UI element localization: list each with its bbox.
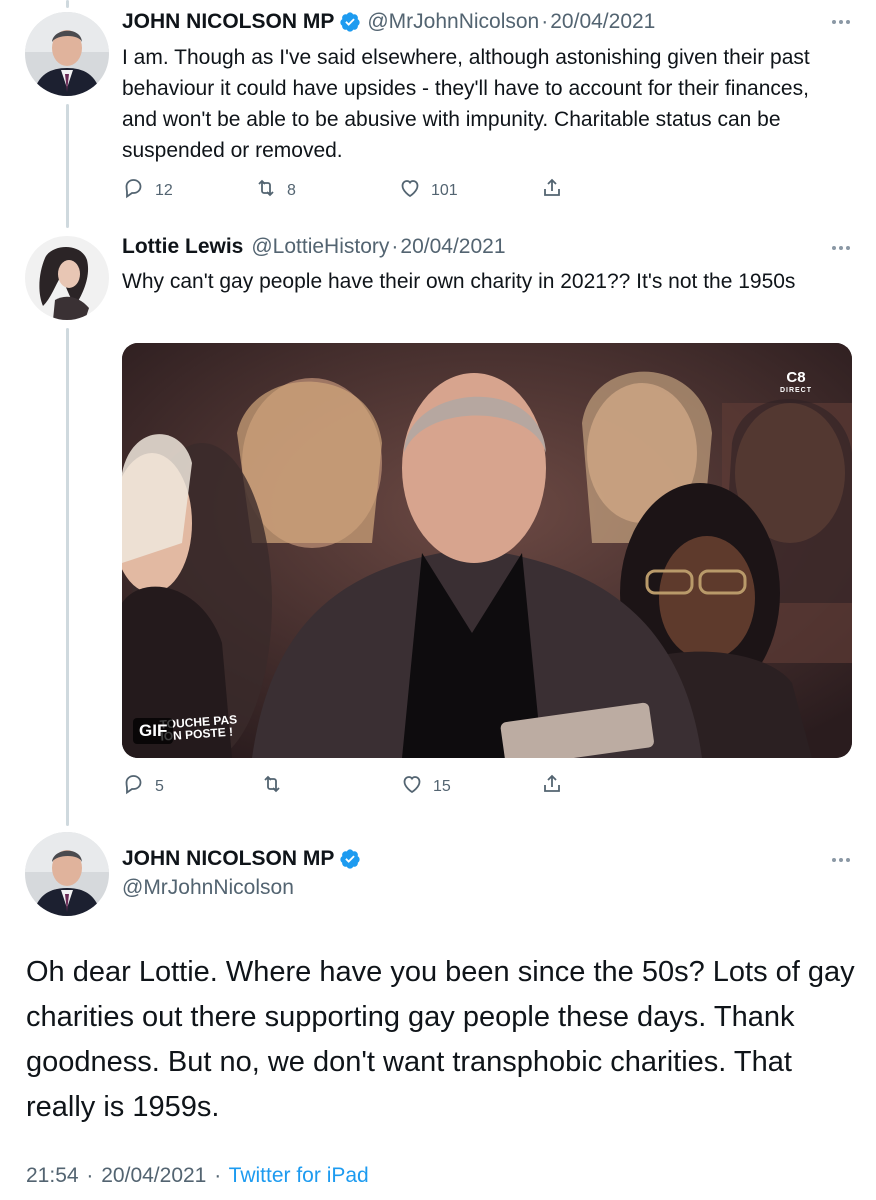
avatar[interactable]	[25, 12, 109, 96]
tweet-date[interactable]: 20/04/2021	[101, 1164, 206, 1187]
thread-line-1	[66, 104, 69, 228]
verified-badge-icon	[340, 849, 360, 869]
tweet-text: I am. Though as I've said elsewhere, alt…	[122, 46, 810, 162]
retweet-count: 8	[287, 181, 296, 199]
channel-logo-text: C8	[786, 369, 806, 386]
reply-button[interactable]: 5	[122, 772, 164, 796]
share-icon	[544, 774, 560, 792]
main-tweet-header: JOHN NICOLSON MP	[122, 845, 367, 873]
separator-dot: ·	[541, 10, 549, 33]
separator-dot: ·	[391, 235, 399, 258]
thread-line-top	[66, 0, 69, 8]
retweet-button[interactable]	[260, 772, 284, 796]
like-button[interactable]: 15	[400, 772, 451, 796]
reply-count: 5	[155, 777, 164, 795]
main-tweet-text: Oh dear Lottie. Where have you been sinc…	[26, 956, 855, 1123]
tweet-time[interactable]: 21:54	[26, 1164, 79, 1187]
tweet-text: Why can't gay people have their own char…	[122, 270, 796, 293]
retweet-icon	[264, 775, 280, 793]
channel-logo: C8 DIRECT	[779, 369, 812, 397]
verified-badge-icon	[340, 12, 360, 32]
like-icon	[403, 776, 421, 794]
more-options-icon[interactable]	[832, 20, 850, 26]
author-handle[interactable]: @MrJohnNicolson	[122, 874, 294, 902]
share-button[interactable]	[540, 772, 564, 796]
more-options-icon[interactable]	[832, 246, 850, 252]
like-count: 15	[433, 777, 451, 795]
like-count: 101	[431, 181, 458, 199]
tweet-date[interactable]: 20/04/2021	[550, 8, 655, 36]
gif-frame	[122, 343, 852, 758]
channel-logo-subtext: DIRECT	[779, 387, 812, 394]
author-name[interactable]: Lottie Lewis	[122, 233, 243, 261]
share-button[interactable]	[540, 176, 564, 200]
reply-icon	[125, 179, 142, 199]
tweet-meta: 21:54 · 20/04/2021 · Twitter for iPad	[26, 1161, 369, 1191]
avatar[interactable]	[25, 236, 109, 320]
more-options-icon[interactable]	[832, 858, 850, 864]
avatar[interactable]	[25, 832, 109, 916]
author-handle[interactable]: @LottieHistory	[251, 233, 389, 261]
reply-count: 12	[155, 181, 173, 199]
share-icon	[544, 178, 560, 196]
thread-line-2	[66, 328, 69, 826]
separator-dot: ·	[214, 1164, 222, 1187]
reply-icon	[125, 775, 142, 795]
like-button[interactable]: 101	[398, 176, 458, 200]
author-name[interactable]: JOHN NICOLSON MP	[122, 8, 334, 36]
tweet2-header: Lottie Lewis @LottieHistory · 20/04/2021	[122, 233, 506, 261]
separator-dot: ·	[86, 1164, 94, 1187]
retweet-icon	[258, 179, 274, 197]
media-gif[interactable]: C8 DIRECT TOUCHE PAS ION POSTE ! GIF	[122, 343, 852, 758]
tweet-source-link[interactable]: Twitter for iPad	[229, 1164, 369, 1187]
gif-badge: GIF	[133, 718, 174, 744]
retweet-button[interactable]: 8	[254, 176, 296, 200]
author-name[interactable]: JOHN NICOLSON MP	[122, 845, 334, 873]
tweet-date[interactable]: 20/04/2021	[400, 233, 505, 261]
reply-button[interactable]: 12	[122, 176, 173, 200]
tweet1-header: JOHN NICOLSON MP @MrJohnNicolson · 20/04…	[122, 8, 655, 36]
like-icon	[401, 180, 419, 198]
author-handle[interactable]: @MrJohnNicolson	[367, 8, 539, 36]
